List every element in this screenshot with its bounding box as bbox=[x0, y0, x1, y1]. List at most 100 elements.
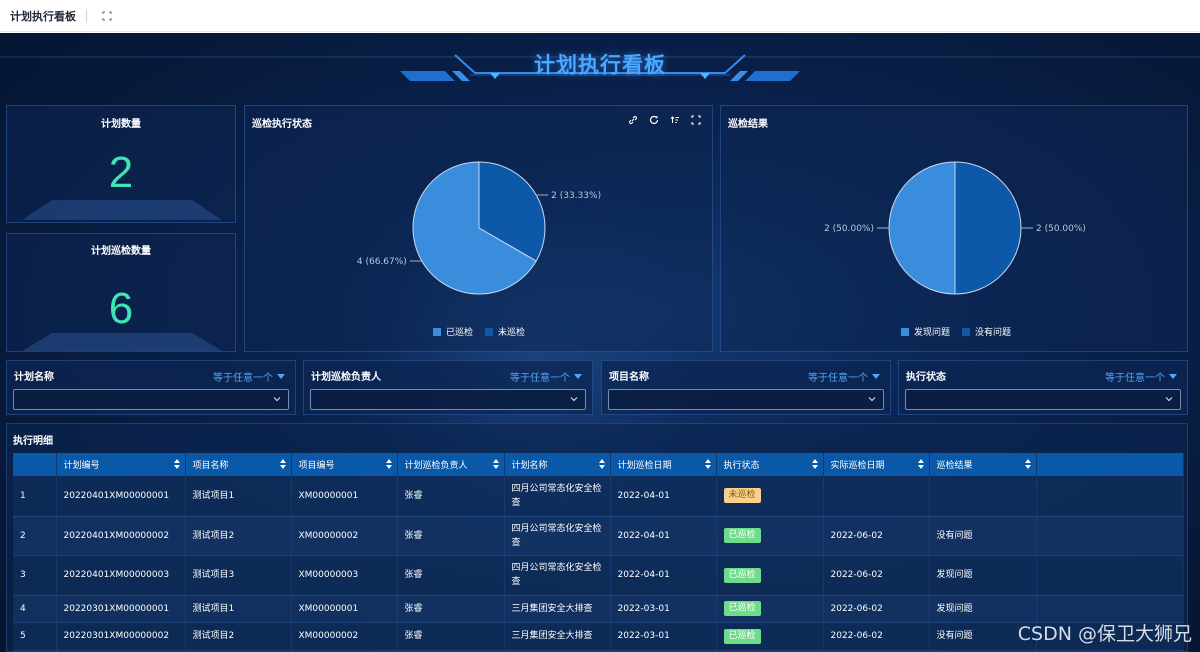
legend-swatch bbox=[962, 327, 971, 336]
sort-icon[interactable] bbox=[173, 459, 180, 472]
legend-label: 没有问题 bbox=[975, 328, 1012, 338]
cell-result bbox=[929, 476, 1037, 517]
pie-slice-label: 2 (50.00%) bbox=[824, 224, 874, 234]
sort-icon[interactable] bbox=[385, 459, 392, 472]
filter-operator-dropdown[interactable]: 等于任意一个 bbox=[1105, 369, 1177, 384]
filter-project-name: 项目名称 等于任意一个 bbox=[601, 360, 891, 415]
column-header[interactable]: 计划巡检日期 bbox=[610, 453, 717, 476]
sort-icon[interactable] bbox=[598, 459, 605, 472]
chart-inspection-result: 巡检结果 2 (50.00%) 2 (50.00%) 发现问题 没有问题 bbox=[720, 105, 1188, 352]
pie-slice-没有问题[interactable] bbox=[954, 161, 1022, 295]
cell-project-no: XM00000003 bbox=[291, 555, 398, 596]
execution-detail-panel: 执行明细 计划编号 项目名称 项目编号 计划巡检负责人 计划名称 计划巡检日期 执行状态 实际… bbox=[6, 423, 1188, 652]
column-header[interactable]: 项目编号 bbox=[291, 453, 398, 476]
status-badge: 已巡检 bbox=[723, 628, 761, 644]
caret-down-icon bbox=[1169, 373, 1177, 379]
cell-spacer bbox=[1036, 555, 1184, 596]
filter-label: 计划名称 bbox=[14, 372, 54, 383]
table-row[interactable]: 3 20220401XM00000003 测试项目3 XM00000003 张睿 四月公司… bbox=[13, 555, 1184, 596]
cell-owner: 张睿 bbox=[397, 555, 505, 596]
sort-icon[interactable] bbox=[917, 459, 924, 472]
legend-item[interactable]: 未巡检 bbox=[485, 325, 525, 338]
fullscreen-icon[interactable] bbox=[99, 8, 115, 24]
cell-actual-date: 2022-06-02 bbox=[823, 595, 930, 623]
caret-down-icon bbox=[872, 373, 880, 379]
chevron-down-icon bbox=[570, 397, 578, 402]
cell-idx: 3 bbox=[13, 555, 57, 596]
cell-status: 已巡检 bbox=[716, 555, 824, 596]
filter-operator-label: 等于任意一个 bbox=[808, 373, 868, 384]
cell-project-no: XM00000001 bbox=[291, 595, 398, 623]
kpi-base-decoration bbox=[22, 333, 222, 351]
table-row[interactable]: 1 20220401XM00000001 测试项目1 XM00000001 张睿 四月公司… bbox=[13, 476, 1184, 517]
sort-icon[interactable] bbox=[811, 459, 818, 472]
column-header[interactable]: 执行状态 bbox=[716, 453, 824, 476]
cell-idx: 5 bbox=[13, 622, 57, 651]
filter-operator-label: 等于任意一个 bbox=[213, 373, 273, 384]
filter-select[interactable] bbox=[310, 389, 586, 410]
legend-item[interactable]: 已巡检 bbox=[433, 325, 473, 338]
kpi-label: 计划巡检数量 bbox=[91, 246, 151, 257]
filter-select[interactable] bbox=[13, 389, 289, 410]
app-bar: 计划执行看板 bbox=[0, 0, 1200, 32]
table-row[interactable]: 2 20220401XM00000002 测试项目2 XM00000002 张睿 四月公司… bbox=[13, 516, 1184, 556]
filter-select[interactable] bbox=[905, 389, 1181, 410]
legend-item[interactable]: 发现问题 bbox=[901, 325, 950, 338]
cell-plan-name: 三月集团安全大排查 bbox=[504, 622, 611, 651]
legend-item[interactable]: 没有问题 bbox=[962, 325, 1011, 338]
filter-status: 执行状态 等于任意一个 bbox=[898, 360, 1188, 415]
cell-owner: 张睿 bbox=[397, 476, 505, 517]
divider bbox=[86, 8, 87, 23]
status-badge: 已巡检 bbox=[723, 528, 761, 543]
column-header[interactable]: 计划编号 bbox=[56, 453, 186, 476]
kpi-plan-count: 计划数量 2 bbox=[6, 105, 236, 223]
sort-icon[interactable] bbox=[492, 459, 499, 472]
cell-owner: 张睿 bbox=[397, 595, 505, 623]
column-header-index bbox=[13, 453, 57, 476]
watermark: CSDN @保卫大狮兄 bbox=[1017, 623, 1192, 645]
sort-icon[interactable] bbox=[704, 459, 711, 472]
column-header-label: 项目编号 bbox=[298, 461, 335, 471]
chart-inspection-status: 巡检执行状态 2 (33.33%) 4 (66.67%) 已巡检 未巡检 bbox=[244, 105, 713, 352]
cell-plan-no: 20220401XM00000001 bbox=[56, 476, 186, 517]
legend-label: 已巡检 bbox=[446, 328, 474, 338]
table-row[interactable]: 4 20220301XM00000001 测试项目1 XM00000001 张睿 三月集团… bbox=[13, 595, 1184, 623]
cell-actual-date: 2022-06-02 bbox=[823, 622, 930, 651]
filter-owner: 计划巡检负责人 等于任意一个 bbox=[303, 360, 593, 415]
column-header-label: 计划名称 bbox=[511, 461, 548, 471]
app-title: 计划执行看板 bbox=[10, 9, 76, 23]
cell-project: 测试项目3 bbox=[185, 555, 292, 596]
sort-icon[interactable] bbox=[279, 459, 286, 472]
cell-plan-name: 四月公司常态化安全检查 bbox=[504, 476, 611, 517]
column-header[interactable]: 巡检结果 bbox=[929, 453, 1037, 476]
cell-project: 测试项目2 bbox=[185, 516, 292, 556]
column-header[interactable]: 计划巡检负责人 bbox=[397, 453, 505, 476]
column-header[interactable]: 实际巡检日期 bbox=[823, 453, 930, 476]
cell-plan-no: 20220301XM00000002 bbox=[56, 622, 186, 651]
kpi-base-decoration bbox=[22, 200, 222, 220]
filter-label: 执行状态 bbox=[906, 372, 946, 383]
column-header-label: 计划巡检日期 bbox=[617, 461, 672, 471]
filter-operator-label: 等于任意一个 bbox=[510, 373, 570, 384]
cell-plan-no: 20220401XM00000003 bbox=[56, 555, 186, 596]
chevron-down-icon bbox=[273, 397, 281, 402]
column-header[interactable]: 计划名称 bbox=[504, 453, 611, 476]
cell-actual-date: 2022-06-02 bbox=[823, 555, 930, 596]
column-header-label: 巡检结果 bbox=[936, 461, 973, 471]
table-title: 执行明细 bbox=[13, 436, 53, 447]
column-header-spacer bbox=[1036, 453, 1184, 476]
column-header[interactable]: 项目名称 bbox=[185, 453, 292, 476]
table-header-row: 计划编号 项目名称 项目编号 计划巡检负责人 计划名称 计划巡检日期 执行状态 实际巡检日期 巡… bbox=[13, 453, 1184, 476]
pie-slice-发现问题[interactable] bbox=[888, 161, 956, 295]
cell-spacer bbox=[1036, 476, 1184, 517]
caret-down-icon bbox=[574, 373, 582, 379]
table-row[interactable]: 5 20220301XM00000002 测试项目2 XM00000002 张睿 三月集团… bbox=[13, 622, 1184, 651]
filter-select[interactable] bbox=[608, 389, 884, 410]
cell-status: 已巡检 bbox=[716, 622, 824, 651]
sort-icon[interactable] bbox=[1024, 459, 1031, 472]
cell-result: 发现问题 bbox=[929, 555, 1037, 596]
filter-operator-dropdown[interactable]: 等于任意一个 bbox=[808, 369, 880, 384]
kpi-inspection-count: 计划巡检数量 6 bbox=[6, 233, 236, 352]
filter-operator-dropdown[interactable]: 等于任意一个 bbox=[213, 369, 285, 384]
filter-operator-dropdown[interactable]: 等于任意一个 bbox=[510, 369, 582, 384]
